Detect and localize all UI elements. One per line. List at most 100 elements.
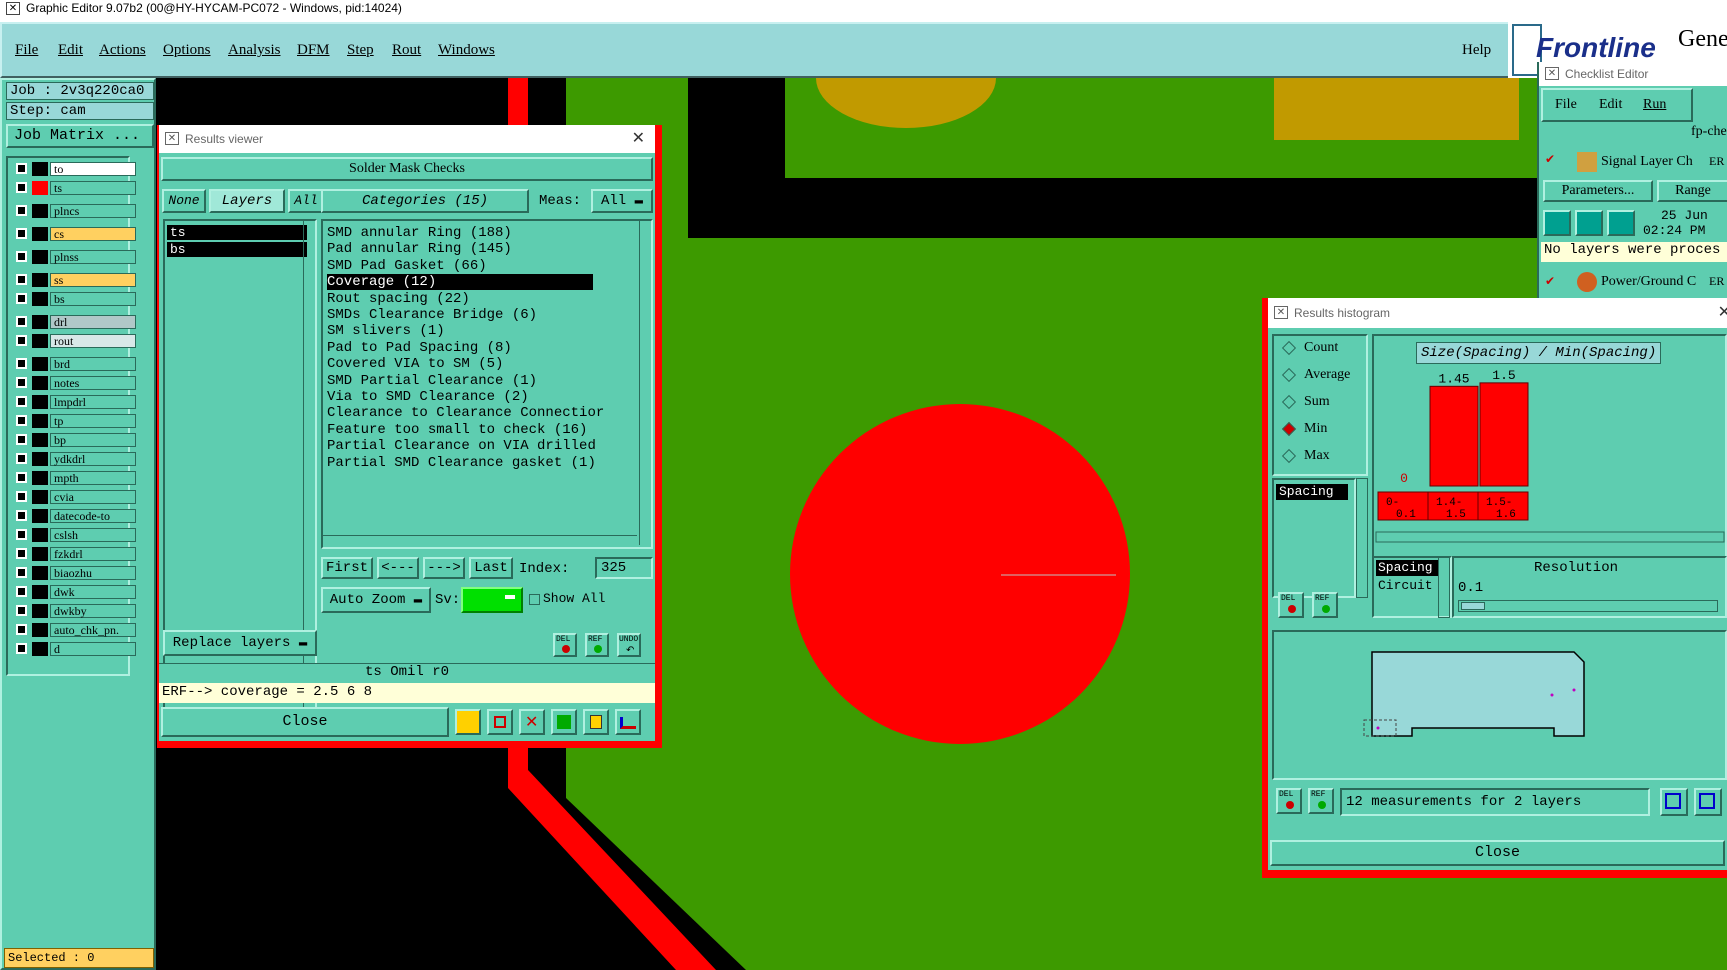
auto-zoom-dropdown[interactable]: Auto Zoom ▬ (321, 587, 431, 613)
layer-color-swatch[interactable] (32, 433, 48, 447)
layer-color-swatch[interactable] (32, 471, 48, 485)
layer-color-swatch[interactable] (32, 204, 48, 218)
layer-checkbox[interactable] (16, 510, 27, 521)
layer-name[interactable]: rout (50, 334, 136, 348)
layer-color-swatch[interactable] (32, 315, 48, 329)
layer-color-swatch[interactable] (32, 162, 48, 176)
layer-name[interactable]: fzkdrl (50, 547, 136, 561)
check-icon[interactable]: ✔ (1545, 274, 1555, 289)
layer-name[interactable]: notes (50, 376, 136, 390)
layer-checkbox[interactable] (16, 182, 27, 193)
layer-checkbox[interactable] (16, 358, 27, 369)
layer-color-swatch[interactable] (32, 334, 48, 348)
layer-checkbox[interactable] (16, 491, 27, 502)
category-item[interactable]: SMD Pad Gasket (66) (327, 258, 487, 274)
ref-button[interactable]: REF (585, 633, 609, 657)
layer-checkbox[interactable] (16, 453, 27, 464)
layer-checkbox[interactable] (16, 605, 27, 616)
parameters-button[interactable]: Parameters... (1543, 180, 1653, 202)
category-scrollbar[interactable] (639, 221, 651, 545)
layer-checkbox[interactable] (16, 251, 27, 262)
layer-name[interactable]: brd (50, 357, 136, 371)
next-button[interactable]: ---> (423, 557, 465, 579)
layer-row-cslsh[interactable]: cslsh (14, 528, 136, 542)
layer-name[interactable]: ss (50, 273, 136, 287)
category-item[interactable]: Covered VIA to SM (5) (327, 356, 503, 372)
layer-checkbox[interactable] (16, 624, 27, 635)
type-scrollbar[interactable] (1438, 556, 1450, 618)
layer-color-swatch[interactable] (32, 414, 48, 428)
layer-name[interactable]: ydkdrl (50, 452, 136, 466)
layer-checkbox[interactable] (16, 472, 27, 483)
category-hscrollbar[interactable] (323, 535, 637, 547)
category-item[interactable]: Partial SMD Clearance gasket (1) (327, 455, 596, 471)
menu-options[interactable]: Options (163, 42, 211, 59)
layer-checkbox[interactable] (16, 643, 27, 654)
layer-row-mpth[interactable]: mpth (14, 471, 136, 485)
layer-name[interactable]: mpth (50, 471, 136, 485)
layer-color-swatch[interactable] (32, 547, 48, 561)
preview-ref-button[interactable]: REF (1308, 788, 1334, 814)
menu-actions[interactable]: Actions (99, 42, 146, 59)
hist-ref-button[interactable]: REF (1312, 592, 1338, 618)
run-icon-2[interactable] (1575, 210, 1603, 236)
checklist-menu-run[interactable]: Run (1643, 97, 1666, 113)
layer-row-autochkpn[interactable]: auto_chk_pn. (14, 623, 136, 637)
measure-scrollbar[interactable] (1356, 478, 1368, 598)
layer-row-plncs[interactable]: plncs (14, 204, 136, 218)
close-button[interactable]: Close (161, 707, 449, 737)
category-item[interactable]: Pad to Pad Spacing (8) (327, 340, 512, 356)
layer-row-cvia[interactable]: cvia (14, 490, 136, 504)
layer-name[interactable]: cvia (50, 490, 136, 504)
layer-row-d[interactable]: d (14, 642, 136, 656)
layer-color-swatch[interactable] (32, 623, 48, 637)
category-item[interactable]: Clearance to Clearance Connectior (327, 405, 604, 421)
type-item-spacing[interactable]: Spacing (1376, 560, 1438, 576)
layer-row-notes[interactable]: notes (14, 376, 136, 390)
zoom-icon-1[interactable] (1660, 788, 1688, 816)
categories-button[interactable]: Categories (15) (321, 189, 529, 213)
layer-row-cs[interactable]: cs (14, 227, 136, 241)
layer-color-swatch[interactable] (32, 585, 48, 599)
category-item[interactable]: Pad annular Ring (145) (327, 241, 512, 257)
layer-row-fzkdrl[interactable]: fzkdrl (14, 547, 136, 561)
histogram-close-button[interactable]: Close (1270, 840, 1725, 866)
index-input[interactable]: 325 (595, 557, 653, 579)
layer-color-swatch[interactable] (32, 566, 48, 580)
all-layers-button[interactable]: All (288, 189, 324, 213)
layer-checkbox[interactable] (16, 567, 27, 578)
layer-checkbox[interactable] (16, 586, 27, 597)
check-icon[interactable]: ✔ (1545, 152, 1557, 166)
action-icon-5[interactable] (583, 709, 609, 735)
run-icon-3[interactable] (1607, 210, 1635, 236)
hist-del-button[interactable]: DEL (1278, 592, 1304, 618)
first-button[interactable]: First (321, 557, 373, 579)
layer-name[interactable]: cslsh (50, 528, 136, 542)
layer-checkbox[interactable] (16, 335, 27, 346)
layer-row-ss[interactable]: ss (14, 273, 136, 287)
layer-name[interactable]: plnss (50, 250, 136, 264)
layer-checkbox[interactable] (16, 316, 27, 327)
layer-row-tp[interactable]: tp (14, 414, 136, 428)
layer-checkbox[interactable] (16, 228, 27, 239)
layer-name[interactable]: bp (50, 433, 136, 447)
layer-color-swatch[interactable] (32, 509, 48, 523)
layer-checkbox[interactable] (16, 205, 27, 216)
layer-checkbox[interactable] (16, 293, 27, 304)
layer-item-ts[interactable]: ts (167, 225, 307, 240)
layer-checkbox[interactable] (16, 434, 27, 445)
layer-name[interactable]: lmpdrl (50, 395, 136, 409)
layer-name[interactable]: cs (50, 227, 136, 241)
category-item[interactable]: SM slivers (1) (327, 323, 445, 339)
layer-row-ydkdrl[interactable]: ydkdrl (14, 452, 136, 466)
replace-layers-dropdown[interactable]: Replace layers ▬ (163, 630, 317, 656)
layer-color-swatch[interactable] (32, 452, 48, 466)
job-matrix-button[interactable]: Job Matrix ... (6, 124, 154, 148)
layer-row-lmpdrl[interactable]: lmpdrl (14, 395, 136, 409)
layer-row-biaozhu[interactable]: biaozhu (14, 566, 136, 580)
category-item[interactable]: Feature too small to check (16) (327, 422, 587, 438)
category-item[interactable]: Via to SMD Clearance (2) (327, 389, 529, 405)
measure-item-spacing[interactable]: Spacing (1276, 484, 1348, 500)
menu-edit[interactable]: Edit (58, 42, 83, 59)
menu-dfm[interactable]: DFM (297, 42, 330, 59)
